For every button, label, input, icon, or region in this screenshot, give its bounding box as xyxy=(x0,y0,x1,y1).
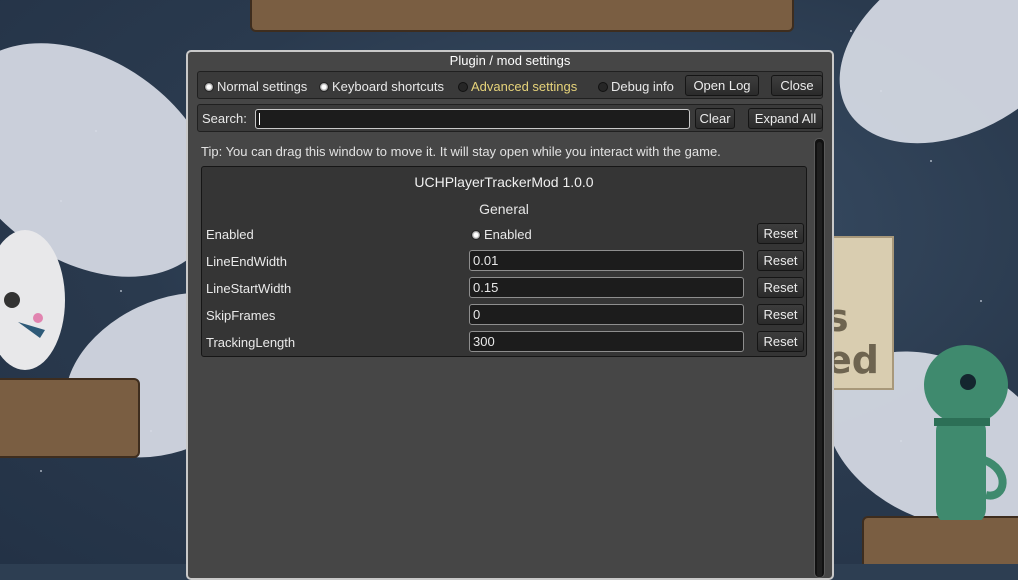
tracking-length-input[interactable]: 300 xyxy=(469,331,744,352)
category-header-general[interactable]: General xyxy=(202,201,806,217)
tab-normal-settings[interactable]: Normal settings xyxy=(204,79,307,94)
setting-row-tracking-length: TrackingLength 300 Reset xyxy=(202,330,806,354)
tab-debug-info-label: Debug info xyxy=(611,79,674,94)
radio-selected-icon xyxy=(204,81,214,92)
settings-tab-bar: Normal settings Keyboard shortcuts Advan… xyxy=(197,71,823,99)
setting-row-enabled: Enabled Enabled Reset xyxy=(202,222,806,246)
expand-all-button[interactable]: Expand All xyxy=(748,108,823,129)
setting-label: LineEndWidth xyxy=(206,254,287,269)
text-caret xyxy=(259,113,260,125)
plugin-name-header[interactable]: UCHPlayerTrackerMod 1.0.0 xyxy=(202,174,806,190)
setting-label: TrackingLength xyxy=(206,335,296,350)
tab-keyboard-shortcuts-label: Keyboard shortcuts xyxy=(332,79,445,94)
search-label: Search: xyxy=(202,111,247,126)
chameleon-character-icon xyxy=(924,345,1008,520)
radio-selected-icon xyxy=(319,81,329,92)
enabled-toggle[interactable]: Enabled xyxy=(471,227,532,242)
tip-text: Tip: You can drag this window to move it… xyxy=(201,144,721,159)
scrollbar-thumb[interactable] xyxy=(817,142,822,577)
open-log-button[interactable]: Open Log xyxy=(685,75,759,96)
setting-row-line-end-width: LineEndWidth 0.01 Reset xyxy=(202,249,806,273)
toggle-checked-icon xyxy=(471,229,481,240)
reset-button[interactable]: Reset xyxy=(757,250,804,271)
radio-unselected-icon xyxy=(598,81,608,92)
plugin-settings-panel: UCHPlayerTrackerMod 1.0.0 General Enable… xyxy=(201,166,807,357)
search-input[interactable] xyxy=(255,109,690,129)
clear-search-button[interactable]: Clear xyxy=(695,108,735,129)
tab-advanced-settings[interactable]: Advanced settings xyxy=(458,79,577,94)
vertical-scrollbar[interactable] xyxy=(814,138,825,578)
setting-label: Enabled xyxy=(206,227,254,242)
reset-button[interactable]: Reset xyxy=(757,223,804,244)
reset-button[interactable]: Reset xyxy=(757,277,804,298)
setting-row-line-start-width: LineStartWidth 0.15 Reset xyxy=(202,276,806,300)
tab-normal-settings-label: Normal settings xyxy=(217,79,308,94)
reset-button[interactable]: Reset xyxy=(757,331,804,352)
search-bar: Search: Clear Expand All xyxy=(197,104,823,132)
enabled-toggle-label: Enabled xyxy=(484,227,532,242)
close-button[interactable]: Close xyxy=(771,75,823,96)
setting-label: SkipFrames xyxy=(206,308,276,323)
plugin-settings-window[interactable]: Plugin / mod settings Normal settings Ke… xyxy=(186,50,834,580)
window-title[interactable]: Plugin / mod settings xyxy=(188,53,832,69)
radio-unselected-icon xyxy=(458,81,468,92)
tab-advanced-settings-label: Advanced settings xyxy=(471,79,578,94)
line-start-width-input[interactable]: 0.15 xyxy=(469,277,744,298)
possum-character-icon xyxy=(0,230,65,370)
tab-keyboard-shortcuts[interactable]: Keyboard shortcuts xyxy=(319,79,444,94)
line-end-width-input[interactable]: 0.01 xyxy=(469,250,744,271)
skip-frames-input[interactable]: 0 xyxy=(469,304,744,325)
setting-label: LineStartWidth xyxy=(206,281,292,296)
setting-row-skip-frames: SkipFrames 0 Reset xyxy=(202,303,806,327)
tab-debug-info[interactable]: Debug info xyxy=(598,79,674,94)
reset-button[interactable]: Reset xyxy=(757,304,804,325)
